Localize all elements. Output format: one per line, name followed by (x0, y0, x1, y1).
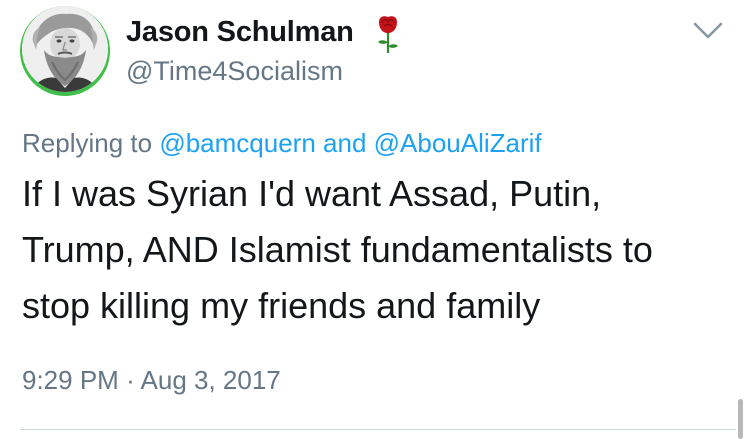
tweet-text-line: Trump, AND Islamist fundamentalists to (22, 229, 653, 270)
timestamp-separator: · (126, 365, 135, 395)
reply-user-link-1[interactable]: @bamcquern (159, 128, 315, 158)
author-display-name[interactable]: Jason Schulman (126, 16, 354, 49)
tweet-timestamp[interactable]: 9:29 PM · Aug 3, 2017 (22, 365, 281, 396)
avatar-ring[interactable] (20, 6, 110, 96)
divider (20, 429, 736, 430)
chevron-down-icon[interactable] (692, 20, 724, 42)
tweet-text-line: stop killing my friends and family (22, 285, 541, 326)
tweet-text-line: If I was Syrian I'd want Assad, Putin, (22, 173, 602, 214)
timestamp-time[interactable]: 9:29 PM (22, 365, 119, 395)
author-handle[interactable]: @Time4Socialism (126, 56, 343, 87)
rose-icon (373, 14, 403, 54)
tweet-text: If I was Syrian I'd want Assad, Putin, T… (22, 166, 722, 334)
timestamp-date[interactable]: Aug 3, 2017 (141, 365, 281, 395)
reply-conjunction[interactable]: and (323, 128, 366, 158)
replying-to-line: Replying to @bamcquern and @AbouAliZarif (22, 128, 542, 159)
avatar[interactable] (22, 6, 108, 92)
scrollbar[interactable] (738, 399, 743, 439)
replying-to-prefix: Replying to (22, 128, 153, 158)
reply-user-link-2[interactable]: @AbouAliZarif (374, 128, 542, 158)
